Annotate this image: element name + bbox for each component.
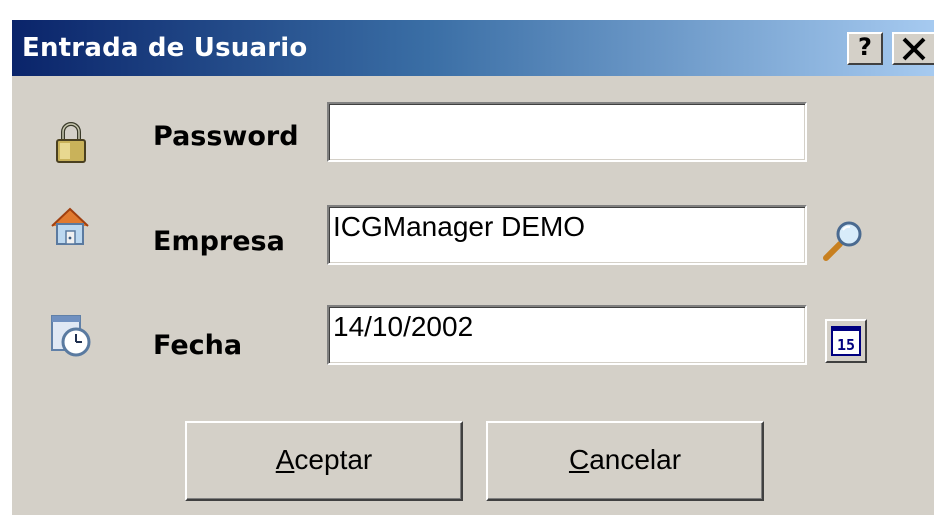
accept-button[interactable]: Aceptar — [185, 421, 463, 501]
clock-calendar-icon — [51, 315, 91, 357]
accept-accel: A — [275, 444, 295, 475]
fecha-value: 14/10/2002 — [333, 311, 474, 342]
fecha-field[interactable]: 14/10/2002 — [327, 305, 807, 365]
calendar-day: 15 — [837, 336, 855, 354]
help-button[interactable]: ? — [847, 32, 883, 65]
password-label: Password — [153, 121, 299, 152]
close-button[interactable] — [892, 32, 934, 65]
cancel-label: ancelar — [589, 444, 682, 475]
title-bar[interactable]: Entrada de Usuario ? — [12, 20, 934, 76]
calendar-icon: 15 — [831, 326, 861, 356]
empresa-label: Empresa — [153, 226, 285, 257]
padlock-icon — [56, 122, 86, 163]
empresa-value: ICGManager DEMO — [333, 211, 586, 242]
close-icon — [902, 37, 926, 61]
house-icon — [51, 207, 89, 245]
fecha-label: Fecha — [153, 330, 243, 361]
accept-label: ceptar — [294, 444, 373, 475]
empresa-field[interactable]: ICGManager DEMO — [327, 205, 807, 265]
magnifier-icon[interactable] — [820, 218, 866, 264]
window-title: Entrada de Usuario — [22, 33, 308, 63]
password-input[interactable] — [333, 108, 805, 160]
password-field[interactable] — [327, 102, 807, 162]
cancel-button[interactable]: Cancelar — [486, 421, 764, 501]
login-dialog: Entrada de Usuario ? Password Empresa IC… — [10, 18, 934, 515]
cancel-accel: C — [568, 444, 590, 475]
calendar-button[interactable]: 15 — [825, 319, 867, 363]
